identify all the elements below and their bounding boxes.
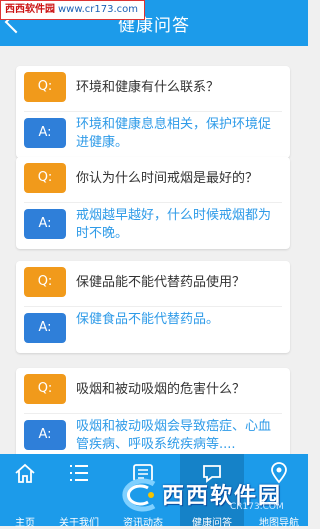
tab-label: 健康问答 (192, 518, 232, 529)
qa-list: Q: 环境和健康有什么联系？ A: 环境和健康息息相关，保护环境促进健康。 Q:… (0, 46, 308, 454)
watermark-logo: 西西软件园 CR173.COM (104, 476, 290, 514)
question-text: 保健品能不能代替药品使用？ (76, 275, 246, 290)
question-badge: Q: (24, 163, 66, 193)
card-divider (24, 306, 282, 307)
answer-badge: A: (24, 420, 66, 450)
question-badge: Q: (24, 72, 66, 102)
answer-text: 环境和健康息息相关，保护环境促进健康。 (76, 117, 272, 150)
card-divider (24, 111, 282, 112)
answer-text: 戒烟越早越好，什么时候戒烟都为时不晚。 (76, 208, 272, 241)
question-badge: Q: (24, 374, 66, 404)
tab-label: 主页 (15, 518, 35, 529)
tab-label: 地图导航 (259, 518, 299, 529)
card-divider (24, 202, 282, 203)
card-divider (24, 413, 282, 414)
answer-badge: A: (24, 209, 66, 239)
question-text: 你认为什么时间戒烟是最好的？ (76, 171, 259, 186)
answer-text: 保健食品不能代替药品。 (76, 312, 220, 327)
question-text: 吸烟和被动吸烟的危害什么？ (76, 382, 246, 397)
question-text: 环境和健康有什么联系？ (76, 80, 220, 95)
tab-about[interactable]: 关于我们 (52, 454, 106, 529)
qa-card[interactable]: Q: 你认为什么时间戒烟是最好的？ A: 戒烟越早越好，什么时候戒烟都为时不晚。 (16, 157, 290, 249)
qa-card[interactable]: Q: 保健品能不能代替药品使用？ A: 保健食品不能代替药品。 (16, 261, 290, 353)
watermark-badge: 西西软件园 www.cr173.com (0, 0, 146, 20)
watermark-site: www.cr173.com (58, 4, 139, 15)
logo-subtext: CR173.COM (230, 502, 284, 512)
tab-label: 关于我们 (59, 518, 99, 529)
answer-badge: A: (24, 118, 66, 148)
tab-label: 资讯动态 (123, 518, 163, 529)
tab-home[interactable]: 主页 (0, 454, 50, 529)
logo-swirl-icon (122, 478, 156, 512)
answer-text: 吸烟和被动吸烟会导致癌症、心血管疾病、呼吸系统疾病等.... (76, 419, 272, 452)
qa-card[interactable]: Q: 吸烟和被动吸烟的危害什么？ A: 吸烟和被动吸烟会导致癌症、心血管疾病、呼… (16, 368, 290, 454)
qa-card[interactable]: Q: 环境和健康有什么联系？ A: 环境和健康息息相关，保护环境促进健康。 (16, 66, 290, 158)
list-icon (70, 465, 88, 481)
answer-badge: A: (24, 313, 66, 343)
home-icon (15, 463, 35, 483)
question-badge: Q: (24, 267, 66, 297)
watermark-text: 西西软件园 (5, 4, 55, 15)
